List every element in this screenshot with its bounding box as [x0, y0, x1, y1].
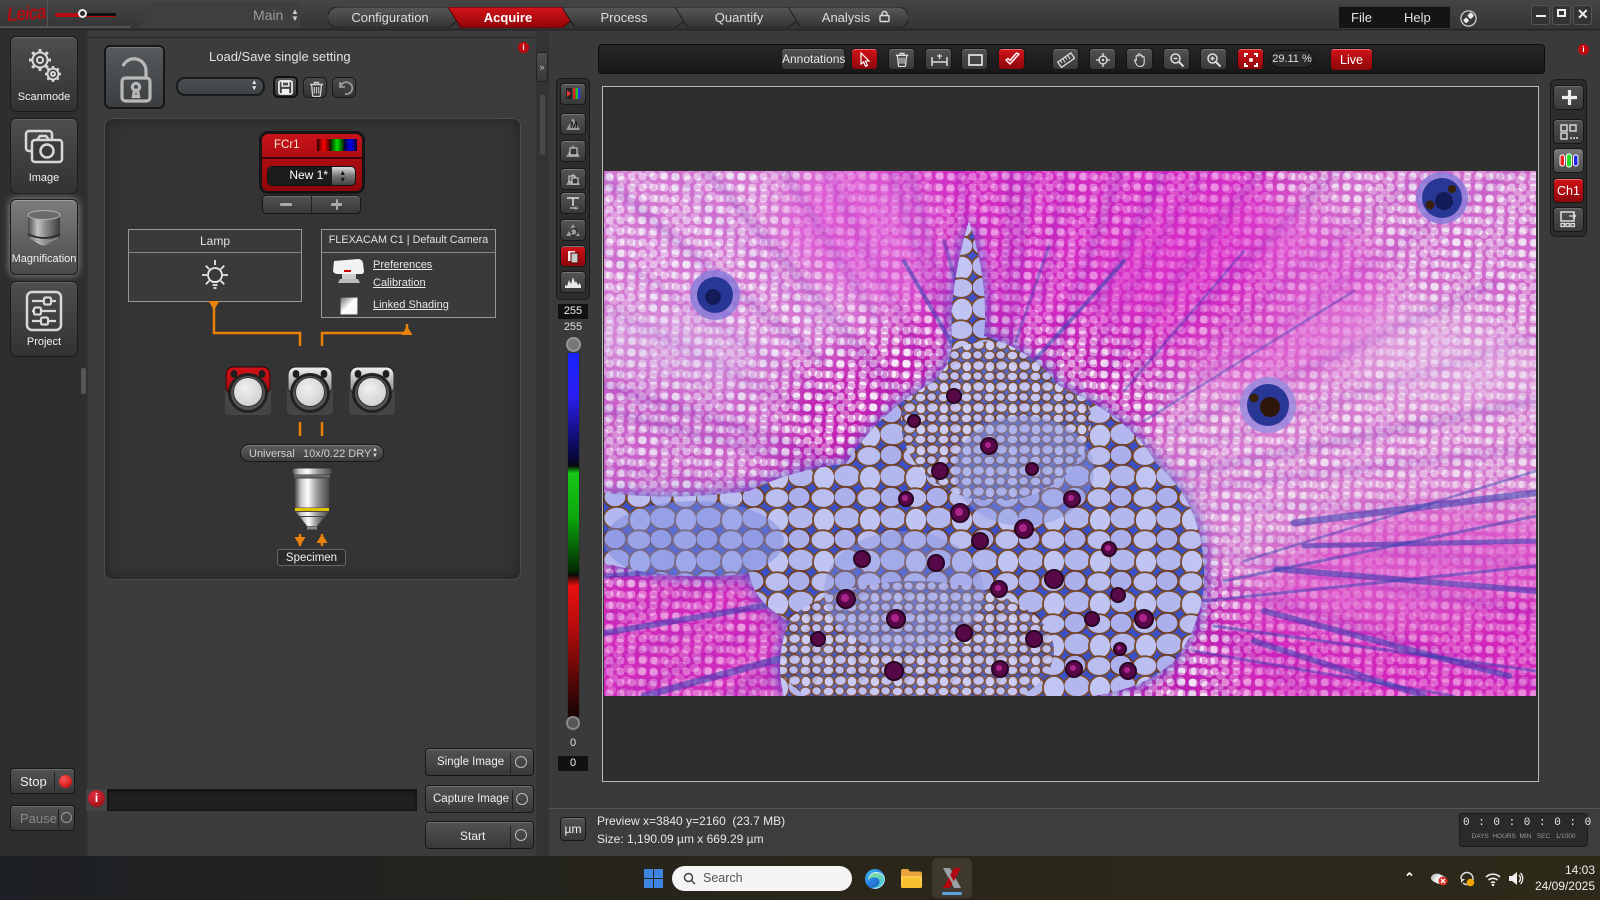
svg-text:.µ: .µ: [574, 205, 578, 210]
svg-text:M: M: [570, 120, 578, 130]
